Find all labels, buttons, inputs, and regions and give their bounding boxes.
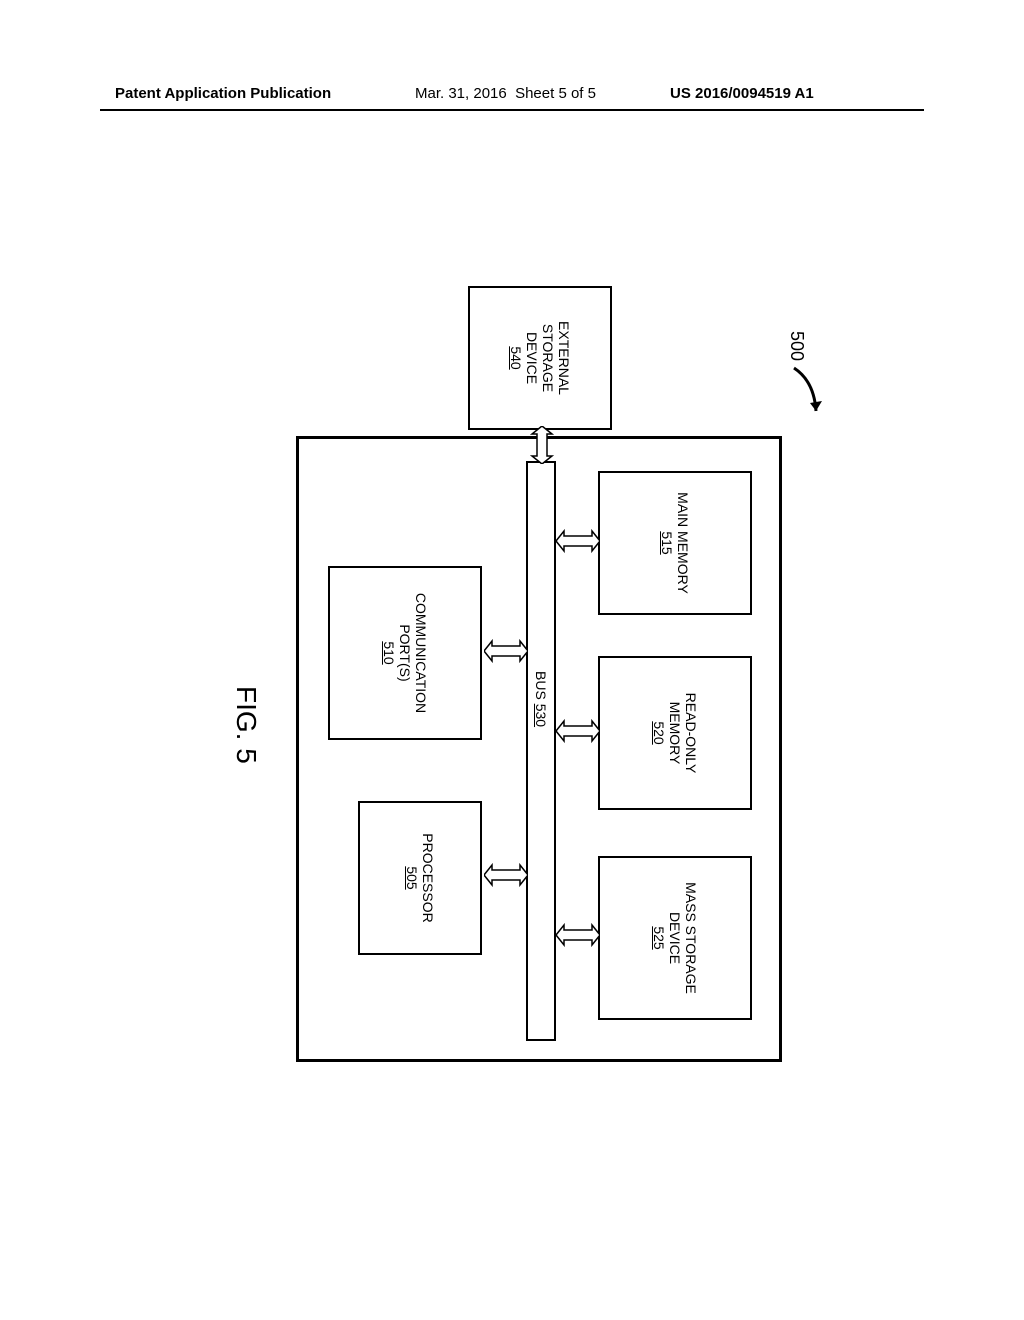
arrow-main-memory-bus [556,519,600,565]
page: Patent Application Publication Mar. 31, … [0,0,1024,1320]
label-external-storage: EXTERNAL STORAGE DEVICE [524,288,572,428]
num-rom: 520 [651,721,667,744]
label-main-memory: MAIN MEMORY [675,492,691,594]
label-comm-ports: COMMUNICATION PORT(S) [397,593,429,713]
figure-label: FIG. 5 [230,686,262,764]
block-processor: PROCESSOR 505 [358,801,482,955]
figure-rotated-container: 500 MAIN MEMORY 515 READ-ONLY MEMORY 520… [162,216,862,1216]
label-processor: PROCESSOR [420,833,436,922]
header-middle: Mar. 31, 2016 Sheet 5 of 5 [415,85,596,102]
header-left: Patent Application Publication [115,85,331,102]
arrow-comm-bus [484,629,528,675]
block-main-memory: MAIN MEMORY 515 [598,471,752,615]
num-comm-ports: 510 [381,641,397,664]
reference-arrow [784,366,824,426]
num-external-storage: 540 [508,346,524,369]
header-date: Mar. 31, 2016 [415,85,507,102]
reference-number: 500 [786,331,807,361]
header-sheet: Sheet 5 of 5 [515,85,596,102]
num-mass-storage: 525 [651,926,667,949]
label-mass-storage: MASS STORAGE DEVICE [667,882,699,994]
block-mass-storage: MASS STORAGE DEVICE 525 [598,856,752,1020]
block-bus: BUS 530 [526,461,556,1041]
label-bus: BUS [533,671,549,700]
arrow-mass-storage-bus [556,913,600,959]
num-bus: 530 [533,704,549,727]
arrow-processor-bus [484,853,528,899]
header-pub: US 2016/0094519 A1 [670,85,814,102]
num-processor: 505 [404,866,420,889]
block-comm-ports: COMMUNICATION PORT(S) 510 [328,566,482,740]
header-rule [100,109,924,111]
arrow-rom-bus [556,709,600,755]
label-rom: READ-ONLY MEMORY [667,693,699,774]
block-rom: READ-ONLY MEMORY 520 [598,656,752,810]
arrow-external-bus [522,426,562,464]
block-external-storage: EXTERNAL STORAGE DEVICE 540 [468,286,612,430]
num-main-memory: 515 [659,531,675,554]
